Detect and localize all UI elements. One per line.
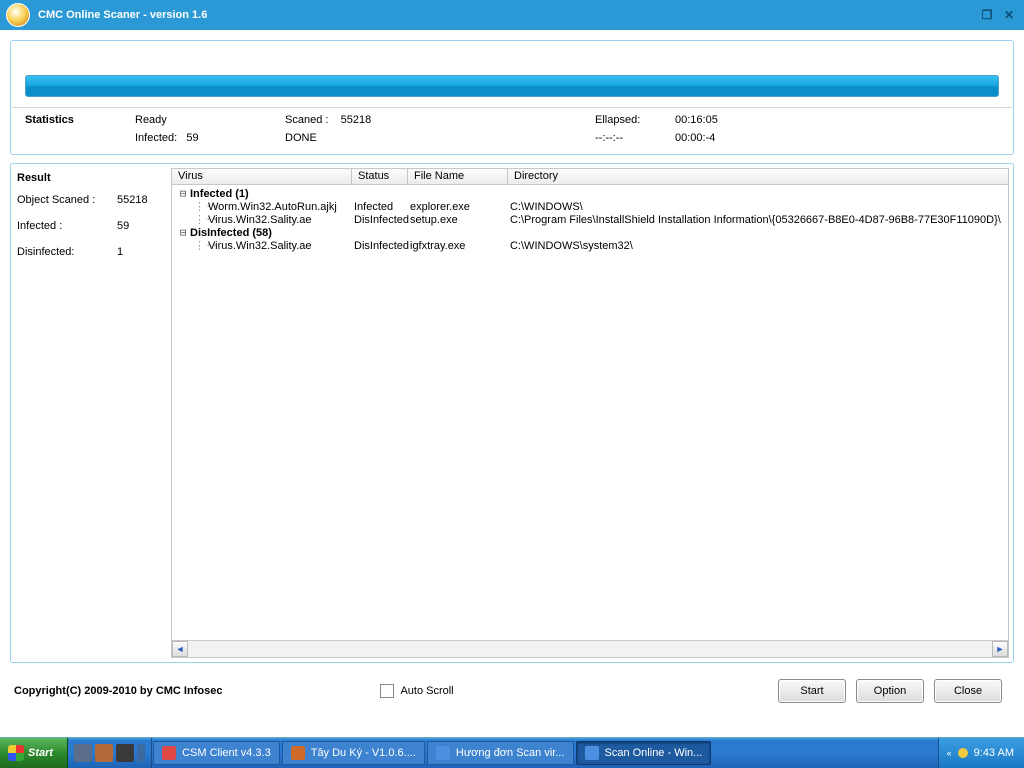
- status-ready: Ready: [135, 114, 285, 126]
- clock[interactable]: 9:43 AM: [974, 747, 1014, 759]
- tree-group[interactable]: ⊟Infected (1): [172, 187, 1008, 200]
- done-label: DONE: [285, 132, 415, 144]
- tree-branch-icon: ⋮··: [194, 213, 208, 226]
- statistics: Statistics Ready Scaned : 55218 Ellapsed…: [11, 107, 1013, 154]
- result-tree[interactable]: ⊟Infected (1)⋮··Worm.Win32.AutoRun.ajkjI…: [171, 185, 1009, 641]
- collapse-icon[interactable]: ⊟: [176, 226, 190, 239]
- option-button[interactable]: Option: [856, 679, 924, 703]
- close-icon[interactable]: ✕: [1000, 7, 1018, 23]
- scroll-left-icon[interactable]: ◄: [172, 641, 188, 657]
- window-title: CMC Online Scaner - version 1.6: [38, 9, 207, 21]
- result-disinfected-label: Disinfected:: [17, 246, 117, 258]
- task-icon: [436, 746, 450, 760]
- est-value: 00:00:-4: [675, 132, 795, 144]
- progress-panel: Statistics Ready Scaned : 55218 Ellapsed…: [10, 40, 1014, 155]
- task-icon: [162, 746, 176, 760]
- result-disinfected-value: 1: [117, 246, 123, 258]
- scaned-label: Scaned :: [285, 114, 328, 126]
- scaned-value: 55218: [341, 114, 372, 126]
- auto-scroll-label: Auto Scroll: [400, 685, 453, 697]
- elapsed-value: 00:16:05: [675, 114, 795, 126]
- tree-branch-icon: ⋮··: [194, 200, 208, 213]
- task-icon: [291, 746, 305, 760]
- tray-icon-1[interactable]: [958, 748, 968, 758]
- infected-value: 59: [186, 132, 198, 144]
- tree-branch-icon: ⋮··: [194, 239, 208, 252]
- object-scaned-label: Object Scaned :: [17, 194, 117, 206]
- col-dir[interactable]: Directory: [508, 169, 1008, 184]
- restore-icon[interactable]: ❐: [978, 7, 996, 23]
- col-status[interactable]: Status: [352, 169, 408, 184]
- task-label: Tây Du Ký - V1.0.6....: [311, 747, 416, 759]
- start-button[interactable]: Start: [778, 679, 846, 703]
- object-scaned-value: 55218: [117, 194, 148, 206]
- scroll-track[interactable]: [188, 641, 992, 657]
- scroll-right-icon[interactable]: ►: [992, 641, 1008, 657]
- col-file[interactable]: File Name: [408, 169, 508, 184]
- result-summary: Result Object Scaned :55218 Infected :59…: [11, 164, 171, 662]
- infected-label: Infected:: [135, 132, 177, 144]
- ql-icon-3[interactable]: [116, 744, 134, 762]
- result-infected-label: Infected :: [17, 220, 117, 232]
- taskbar-item[interactable]: Hương đơn Scan vir...: [427, 741, 574, 765]
- tree-row[interactable]: ⋮··Worm.Win32.AutoRun.ajkjInfectedexplor…: [172, 200, 1008, 213]
- grid-header[interactable]: Virus Status File Name Directory: [171, 168, 1009, 185]
- task-icon: [585, 746, 599, 760]
- task-label: CSM Client v4.3.3: [182, 747, 271, 759]
- result-title: Result: [17, 172, 165, 184]
- collapse-icon[interactable]: ⊟: [176, 187, 190, 200]
- taskbar-item[interactable]: CSM Client v4.3.3: [153, 741, 280, 765]
- result-panel: Result Object Scaned :55218 Infected :59…: [10, 163, 1014, 663]
- tree-row[interactable]: ⋮··Virus.Win32.Sality.aeDisInfectedsetup…: [172, 213, 1008, 226]
- elapsed-label: Ellapsed:: [595, 114, 675, 126]
- close-button[interactable]: Close: [934, 679, 1002, 703]
- horizontal-scrollbar[interactable]: ◄ ►: [171, 641, 1009, 658]
- footer: Copyright(C) 2009-2010 by CMC Infosec Au…: [10, 671, 1014, 713]
- windows-logo-icon: [8, 745, 24, 761]
- checkbox-icon[interactable]: [380, 684, 394, 698]
- taskbar-item[interactable]: Tây Du Ký - V1.0.6....: [282, 741, 425, 765]
- ql-icon-4[interactable]: [137, 744, 145, 762]
- ql-icon-1[interactable]: [74, 744, 92, 762]
- tree-group[interactable]: ⊟DisInfected (58): [172, 226, 1008, 239]
- tree-row[interactable]: ⋮··Virus.Win32.Sality.aeDisInfectedigfxt…: [172, 239, 1008, 252]
- auto-scroll-checkbox[interactable]: Auto Scroll: [380, 684, 453, 698]
- ql-icon-2[interactable]: [95, 744, 113, 762]
- app-window: CMC Online Scaner - version 1.6 ❐ ✕ Stat…: [0, 0, 1024, 738]
- tray-expand-icon[interactable]: «: [947, 748, 952, 758]
- quick-launch: [68, 738, 152, 768]
- result-infected-value: 59: [117, 220, 129, 232]
- app-logo-icon: [6, 3, 30, 27]
- system-tray[interactable]: « 9:43 AM: [938, 738, 1024, 768]
- copyright: Copyright(C) 2009-2010 by CMC Infosec: [14, 685, 222, 697]
- task-label: Scan Online - Win...: [605, 747, 703, 759]
- titlebar[interactable]: CMC Online Scaner - version 1.6 ❐ ✕: [0, 0, 1024, 30]
- start-menu-button[interactable]: Start: [0, 738, 68, 768]
- est-label: --:--:--: [595, 132, 675, 144]
- taskbar-item[interactable]: Scan Online - Win...: [576, 741, 712, 765]
- start-label: Start: [28, 747, 53, 759]
- col-virus[interactable]: Virus: [172, 169, 352, 184]
- taskbar[interactable]: Start CSM Client v4.3.3 Tây Du Ký - V1.0.…: [0, 738, 1024, 768]
- task-label: Hương đơn Scan vir...: [456, 747, 565, 759]
- statistics-title: Statistics: [25, 114, 135, 126]
- progress-bar: [25, 75, 999, 97]
